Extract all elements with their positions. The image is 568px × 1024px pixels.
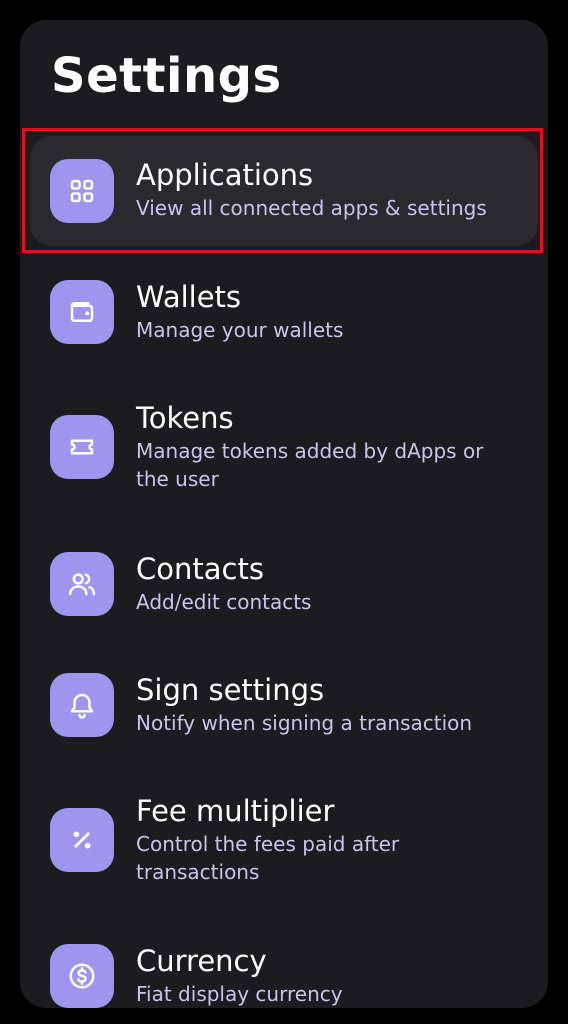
item-subtitle: Control the fees paid after transactions bbox=[136, 832, 400, 884]
item-subtitle: Manage tokens added by dApps or the user bbox=[136, 439, 484, 491]
ticket-icon bbox=[50, 415, 114, 479]
item-title: Contacts bbox=[136, 552, 264, 586]
settings-item-tokens[interactable]: Tokens Manage tokens added by dApps or t… bbox=[30, 381, 538, 501]
settings-item-fee-multiplier[interactable]: Fee multiplier Control the fees paid aft… bbox=[30, 774, 538, 894]
item-subtitle: Fiat display currency bbox=[136, 982, 343, 1006]
item-subtitle: Manage your wallets bbox=[136, 318, 344, 342]
item-subtitle: Notify when signing a transaction bbox=[136, 711, 473, 735]
item-title: Wallets bbox=[136, 280, 242, 314]
item-title: Tokens bbox=[136, 401, 234, 435]
settings-item-sign-settings[interactable]: Sign settings Notify when signing a tran… bbox=[30, 653, 538, 753]
settings-item-wallets[interactable]: Wallets Manage your wallets bbox=[30, 260, 538, 360]
item-title: Sign settings bbox=[136, 673, 325, 707]
page-title: Settings bbox=[51, 48, 282, 104]
item-title: Fee multiplier bbox=[136, 794, 335, 828]
highlight-box bbox=[22, 128, 543, 253]
users-icon bbox=[50, 552, 114, 616]
settings-item-contacts[interactable]: Contacts Add/edit contacts bbox=[30, 532, 538, 632]
dollar-coin-icon bbox=[50, 944, 114, 1008]
percent-icon bbox=[50, 808, 114, 872]
wallet-icon bbox=[50, 280, 114, 344]
settings-item-currency[interactable]: Currency Fiat display currency bbox=[30, 924, 538, 1008]
bell-icon bbox=[50, 673, 114, 737]
item-title: Currency bbox=[136, 944, 267, 978]
item-subtitle: Add/edit contacts bbox=[136, 590, 312, 614]
